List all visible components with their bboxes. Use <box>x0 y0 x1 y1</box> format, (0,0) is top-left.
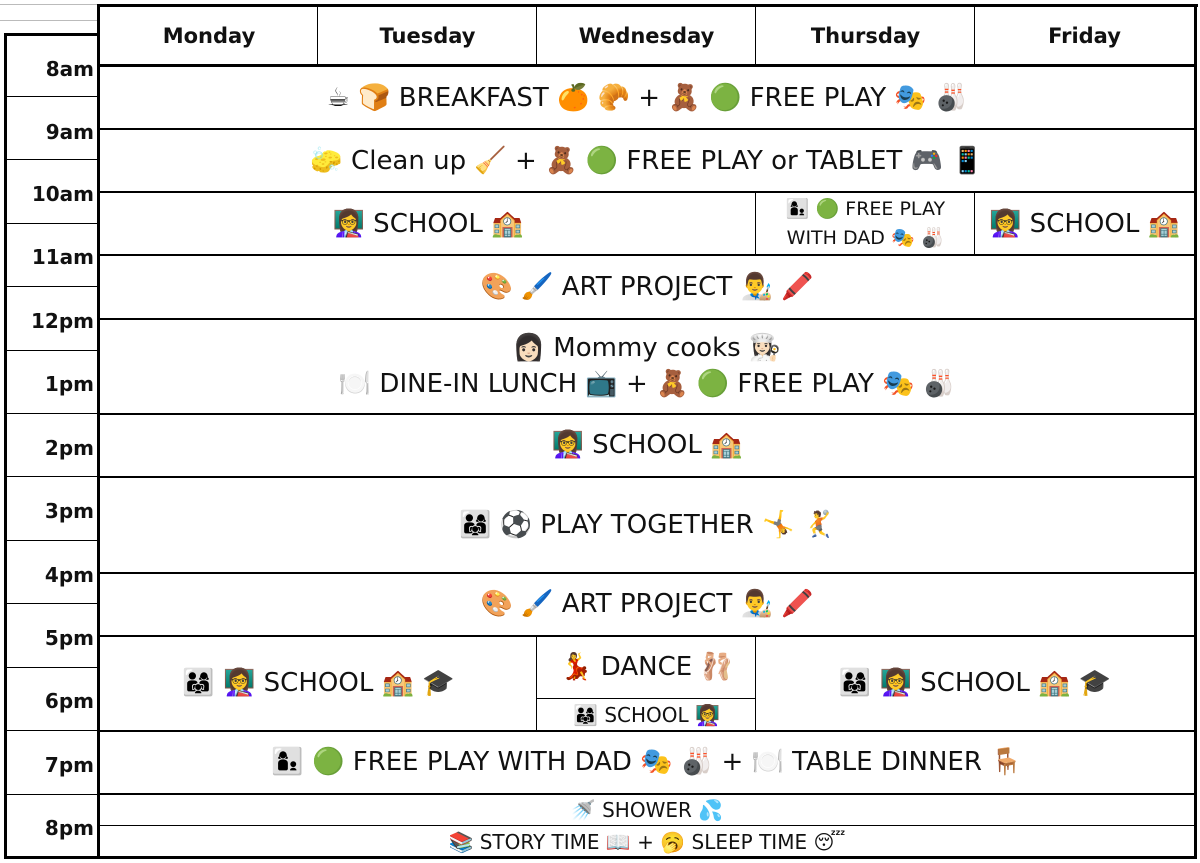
block-school-friday: 👩‍🏫 SCHOOL 🏫 <box>989 209 1180 239</box>
day-header-thursday: Thursday <box>810 24 921 48</box>
schedule-row-line <box>100 635 1194 637</box>
time-row-line <box>6 350 98 351</box>
time-row-line <box>6 223 98 224</box>
frame-right-line <box>1194 4 1197 859</box>
time-row-line <box>6 667 98 668</box>
frame-left-line <box>4 33 7 859</box>
mommy-cooks-label: 👩🏻 Mommy cooks 👩🏻‍🍳 <box>512 333 782 363</box>
time-label: 8am <box>45 57 94 81</box>
block-school-mon-wed: 👩‍🏫 SCHOOL 🏫 <box>332 209 524 239</box>
frame-time-top-line <box>4 33 100 36</box>
dine-in-lunch-label: 🍽️ DINE-IN LUNCH 📺 + 🧸 🟢 FREE PLAY 🎭 🎳 <box>338 369 956 399</box>
time-label: 3pm <box>44 499 94 523</box>
day-header-monday: Monday <box>162 24 256 48</box>
block-breakfast-free-play: ☕ 🍞 BREAKFAST 🍊 🥐 + 🧸 🟢 FREE PLAY 🎭 🎳 <box>326 82 968 113</box>
schedule-row-line <box>100 825 1194 826</box>
sheet-gridline <box>0 20 98 21</box>
time-label: 9am <box>45 120 94 144</box>
day-header-friday: Friday <box>1048 24 1121 48</box>
frame-top-line <box>97 4 1198 7</box>
time-label: 8pm <box>44 816 94 840</box>
time-label: 10am <box>31 182 94 206</box>
frame-bottom-line <box>4 856 1197 859</box>
block-play-together: 👨‍👩‍👧 ⚽ PLAY TOGETHER 🤸 🤾 <box>458 509 836 540</box>
time-row-line <box>6 96 98 97</box>
schedule-row-line <box>100 476 1194 478</box>
time-label: 4pm <box>44 563 94 587</box>
block-lunch: 👩🏻 Mommy cooks 👩🏻‍🍳 🍽️ DINE-IN LUNCH 📺 +… <box>100 319 1194 413</box>
schedule-row-line <box>100 254 1194 256</box>
schedule-row-line <box>100 730 1194 732</box>
schedule-row-line <box>100 318 1194 320</box>
time-row-line <box>6 413 98 414</box>
block-free-play-dad-table-dinner: 👩‍👦 🟢 FREE PLAY WITH DAD 🎭 🎳 + 🍽️ TABLE … <box>271 747 1023 777</box>
time-row-line <box>6 603 98 604</box>
header-divider <box>974 6 975 65</box>
time-row-line <box>6 730 98 731</box>
header-divider <box>317 6 318 65</box>
free-play-dad-line-2: WITH DAD 🎭 🎳 <box>786 227 945 249</box>
time-label: 11am <box>31 245 94 269</box>
schedule-column-divider <box>536 635 537 731</box>
time-row-line <box>6 540 98 541</box>
block-shower: 🚿 SHOWER 💦 <box>570 797 724 822</box>
schedule-row-line <box>100 191 1194 193</box>
day-header-wednesday: Wednesday <box>578 24 715 48</box>
time-label: 2pm <box>44 436 94 460</box>
schedule-column-divider <box>755 191 756 255</box>
schedule-row-line <box>100 413 1194 415</box>
time-row-line <box>6 794 98 795</box>
header-divider <box>536 6 537 65</box>
time-label: 7pm <box>44 753 94 777</box>
schedule-column-divider <box>974 191 975 255</box>
header-bottom-line <box>97 64 1197 67</box>
block-school-wednesday-small: 👨‍👩‍👧 SCHOOL 👩‍🏫 <box>573 702 720 727</box>
block-art-project-afternoon: 🎨 🖌️ ART PROJECT 👨‍🎨 🖍️ <box>480 589 814 619</box>
time-row-line <box>6 159 98 160</box>
block-free-play-with-dad: 👩‍👦 🟢 FREE PLAY WITH DAD 🎭 🎳 <box>756 193 975 255</box>
day-header-tuesday: Tuesday <box>379 24 476 48</box>
block-story-sleep-time: 📚 STORY TIME 📖 + 🥱 SLEEP TIME 😴 <box>448 829 846 854</box>
schedule-row-line <box>100 128 1194 130</box>
block-cleanup-free-play-tablet: 🧽 Clean up 🧹 + 🧸 🟢 FREE PLAY or TABLET 🎮… <box>310 145 984 176</box>
schedule-row-line <box>100 793 1194 795</box>
dance-school-divider <box>537 698 756 699</box>
block-school-mon-tue-evening: 👨‍👩‍👧 👩‍🏫 SCHOOL 🏫 🎓 <box>182 668 455 698</box>
block-school-afternoon: 👩‍🏫 SCHOOL 🏫 <box>551 430 743 460</box>
free-play-dad-line-1: 👩‍👦 🟢 FREE PLAY <box>785 198 946 220</box>
schedule-column-divider <box>755 635 756 731</box>
header-divider <box>755 6 756 65</box>
time-row-line <box>6 286 98 287</box>
time-label: 6pm <box>44 689 94 713</box>
block-school-thu-fri-evening: 👨‍👩‍👧 👩‍🏫 SCHOOL 🏫 🎓 <box>838 668 1112 698</box>
sheet-gridline <box>0 4 98 5</box>
time-label: 1pm <box>44 372 94 396</box>
block-art-project-morning: 🎨 🖌️ ART PROJECT 👨‍🎨 🖍️ <box>480 272 814 302</box>
block-dance: 💃 DANCE 🩰 <box>560 652 733 682</box>
time-label: 12pm <box>31 309 94 333</box>
schedule-row-line <box>100 572 1194 574</box>
time-label: 5pm <box>44 626 94 650</box>
time-row-line <box>6 476 98 477</box>
